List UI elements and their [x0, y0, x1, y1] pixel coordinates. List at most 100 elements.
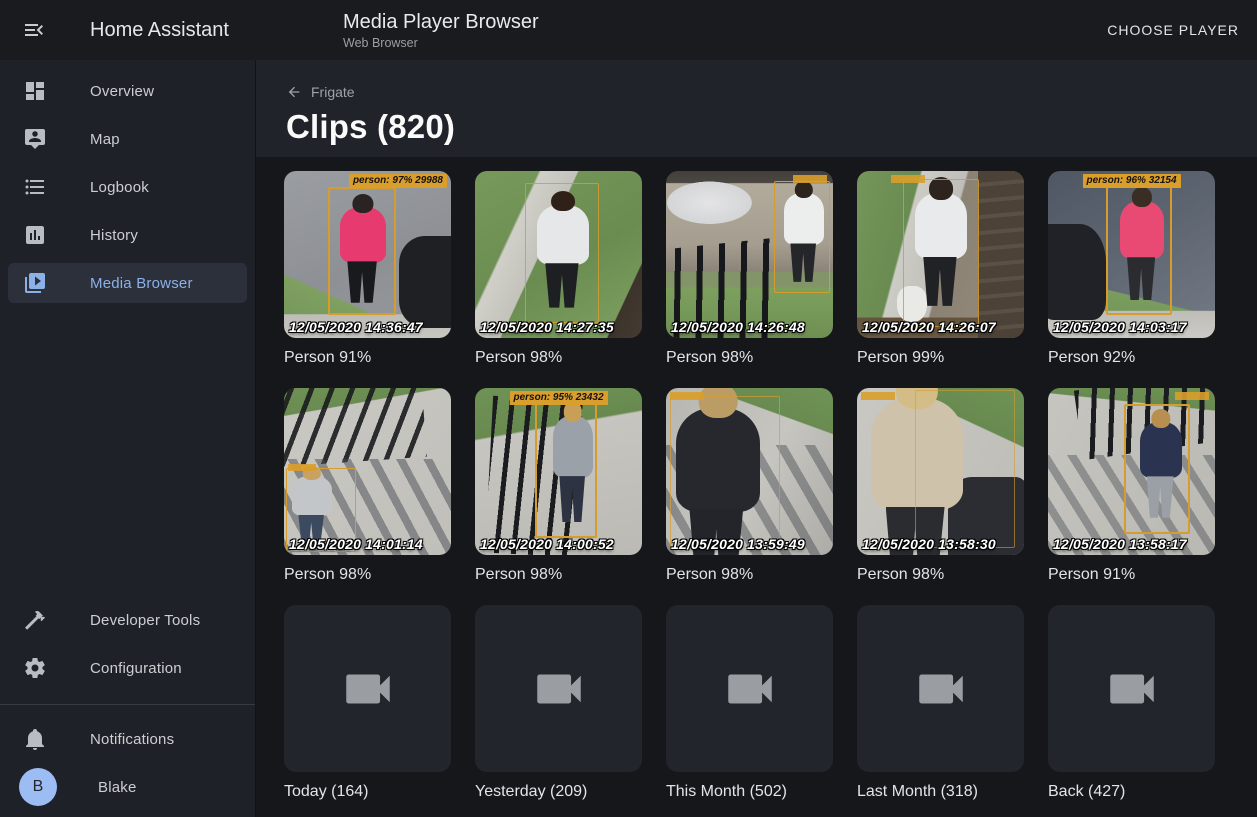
app-bar-left: Home Assistant [0, 0, 256, 60]
clip-timestamp: 12/05/2020 14:26:07 [862, 319, 996, 335]
sidebar-item-label: Configuration [90, 660, 182, 677]
content: Frigate Clips (820) person: 97% 29988 12… [256, 60, 1257, 817]
clip-thumbnail: person: 97% 29988 12/05/2020 14:36:47 [284, 171, 451, 338]
clip-timestamp: 12/05/2020 14:26:48 [671, 319, 805, 335]
gear-icon [23, 656, 47, 680]
detection-label: person: 97% 29988 [349, 174, 447, 188]
sidebar-item-label: Overview [90, 83, 154, 100]
play-box-multiple-icon [23, 271, 47, 295]
clip-card[interactable]: 12/05/2020 14:26:48 Person 98% [666, 171, 833, 367]
detection-bounding-box [328, 187, 396, 315]
detection-label: person: 96% 32154 [1082, 174, 1180, 188]
folder-card-this-month[interactable]: This Month (502) [666, 605, 833, 801]
bell-icon [23, 727, 47, 751]
media-title-block: Media Player Browser Web Browser [343, 10, 539, 50]
clip-card[interactable]: 12/05/2020 13:58:30 Person 98% [857, 388, 1024, 584]
detection-label [288, 464, 316, 471]
video-icon [339, 660, 397, 718]
clip-card[interactable]: 12/05/2020 13:58:17 Person 91% [1048, 388, 1215, 584]
clip-caption: Person 98% [666, 566, 833, 584]
folder-thumbnail [857, 605, 1024, 772]
sidebar-item-developer-tools[interactable]: Developer Tools [8, 600, 247, 640]
folder-thumbnail [284, 605, 451, 772]
sidebar-item-label: Logbook [90, 179, 149, 196]
clip-caption: Person 92% [1048, 349, 1215, 367]
choose-player-button[interactable]: CHOOSE PLAYER [1101, 14, 1245, 46]
fence-shape [284, 388, 427, 467]
clip-card[interactable]: 12/05/2020 14:26:07 Person 99% [857, 171, 1024, 367]
sidebar-item-user[interactable]: B Blake [8, 767, 247, 807]
clip-card[interactable]: 12/05/2020 14:01:14 Person 98% [284, 388, 451, 584]
clip-caption: Person 98% [666, 349, 833, 367]
detection-bounding-box [670, 396, 780, 548]
clips-title: Clips (820) [286, 108, 1257, 146]
clip-timestamp: 12/05/2020 14:27:35 [480, 319, 614, 335]
menu-open-icon[interactable] [22, 18, 46, 42]
detection-label [1175, 392, 1209, 400]
sidebar-item-configuration[interactable]: Configuration [8, 648, 247, 688]
sidebar-spacer [0, 307, 255, 596]
clip-caption: Person 98% [475, 566, 642, 584]
sidebar-item-map[interactable]: Map [8, 119, 247, 159]
detection-label [861, 392, 895, 400]
folder-card-last-month[interactable]: Last Month (318) [857, 605, 1024, 801]
clip-timestamp: 12/05/2020 13:59:49 [671, 536, 805, 552]
page-subtitle: Web Browser [343, 36, 539, 50]
clip-card[interactable]: person: 95% 23432 12/05/2020 14:00:52 Pe… [475, 388, 642, 584]
content-header: Frigate Clips (820) [256, 60, 1257, 157]
clip-thumbnail: 12/05/2020 14:27:35 [475, 171, 642, 338]
app-bar-main: Media Player Browser Web Browser CHOOSE … [256, 0, 1257, 60]
sidebar-item-logbook[interactable]: Logbook [8, 167, 247, 207]
sidebar-item-label: Media Browser [90, 275, 193, 292]
breadcrumb-label: Frigate [311, 84, 355, 100]
video-icon [530, 660, 588, 718]
clip-caption: Person 99% [857, 349, 1024, 367]
stroller-shape [399, 236, 451, 328]
folder-card-today[interactable]: Today (164) [284, 605, 451, 801]
clip-timestamp: 12/05/2020 13:58:30 [862, 536, 996, 552]
sidebar-item-notifications[interactable]: Notifications [8, 719, 247, 759]
view-dashboard-icon [23, 79, 47, 103]
clip-timestamp: 12/05/2020 13:58:17 [1053, 536, 1187, 552]
format-list-bulleted-icon [23, 175, 47, 199]
clip-card[interactable]: 12/05/2020 14:27:35 Person 98% [475, 171, 642, 367]
folder-label: Today (164) [284, 783, 451, 801]
clip-thumbnail: person: 95% 23432 12/05/2020 14:00:52 [475, 388, 642, 555]
breadcrumb[interactable]: Frigate [286, 84, 355, 100]
detection-bounding-box [1106, 185, 1172, 315]
folder-label: Back (427) [1048, 783, 1215, 801]
detection-bounding-box [903, 179, 979, 327]
video-icon [912, 660, 970, 718]
sidebar-item-label: History [90, 227, 138, 244]
clip-card[interactable]: 12/05/2020 13:59:49 Person 98% [666, 388, 833, 584]
clip-timestamp: 12/05/2020 14:03:17 [1053, 319, 1187, 335]
sidebar-item-media-browser[interactable]: Media Browser [8, 263, 247, 303]
folder-card-back[interactable]: Back (427) [1048, 605, 1215, 801]
clip-card[interactable]: person: 97% 29988 12/05/2020 14:36:47 Pe… [284, 171, 451, 367]
main-row: Overview Map Logbook History Media Brows… [0, 60, 1257, 817]
folder-thumbnail [1048, 605, 1215, 772]
folder-card-yesterday[interactable]: Yesterday (209) [475, 605, 642, 801]
sidebar-item-overview[interactable]: Overview [8, 71, 247, 111]
folder-label: This Month (502) [666, 783, 833, 801]
clip-thumbnail: 12/05/2020 13:58:30 [857, 388, 1024, 555]
app-title: Home Assistant [90, 19, 229, 42]
detection-label [793, 175, 827, 183]
tooltip-account-icon [23, 127, 47, 151]
sidebar-item-label: Developer Tools [90, 612, 200, 629]
clip-caption: Person 91% [1048, 566, 1215, 584]
detection-bounding-box [525, 183, 599, 323]
arrow-left-icon [286, 84, 302, 100]
clip-thumbnail: person: 96% 32154 12/05/2020 14:03:17 [1048, 171, 1215, 338]
clip-thumbnail: 12/05/2020 14:26:07 [857, 171, 1024, 338]
detection-bounding-box [774, 181, 830, 293]
sidebar: Overview Map Logbook History Media Brows… [0, 60, 256, 817]
sidebar-item-history[interactable]: History [8, 215, 247, 255]
clip-card[interactable]: person: 96% 32154 12/05/2020 14:03:17 Pe… [1048, 171, 1215, 367]
clip-caption: Person 98% [284, 566, 451, 584]
clip-timestamp: 12/05/2020 14:36:47 [289, 319, 423, 335]
clips-grid: person: 97% 29988 12/05/2020 14:36:47 Pe… [256, 157, 1257, 817]
avatar: B [19, 768, 57, 806]
folder-thumbnail [475, 605, 642, 772]
folder-label: Yesterday (209) [475, 783, 642, 801]
